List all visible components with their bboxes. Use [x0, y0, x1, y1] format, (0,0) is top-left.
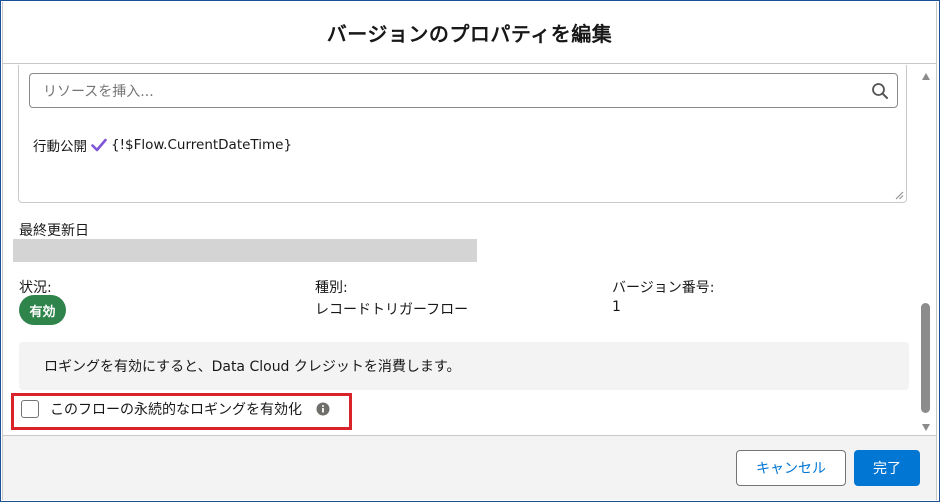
logging-notice: ロギングを有効にすると、Data Cloud クレジットを消費します。 — [19, 342, 909, 390]
last-modified-value-redacted — [13, 239, 477, 262]
status-badge: 有効 — [19, 295, 66, 325]
search-icon[interactable] — [871, 82, 889, 100]
modal-header: バージョンのプロパティを編集 — [3, 2, 936, 64]
formula-editor[interactable]: リソースを挿入... 行動公開 {!$Flow.CurrentDateTime} — [18, 65, 907, 203]
scroll-thumb[interactable] — [921, 303, 930, 413]
version-number-label: バージョン番号: — [612, 280, 715, 296]
scroll-up-arrow-icon[interactable] — [922, 73, 930, 80]
version-number-value: 1 — [612, 299, 621, 315]
check-icon — [91, 138, 107, 152]
modal-body: リソースを挿入... 行動公開 {!$Flow.CurrentDateTime}… — [3, 65, 936, 435]
modal-title: バージョンのプロパティを編集 — [326, 22, 613, 46]
editor-text-prefix: 行動公開 — [33, 139, 87, 155]
edit-version-properties-modal: バージョンのプロパティを編集 リソースを挿入... 行動公開 {!$Flow.C… — [2, 2, 937, 500]
insert-resource-input[interactable]: リソースを挿入... — [29, 73, 898, 108]
insert-resource-placeholder: リソースを挿入... — [43, 83, 154, 100]
type-value: レコードトリガーフロー — [315, 302, 469, 318]
modal-footer: キャンセル 完了 — [3, 435, 936, 500]
status-label: 状況: — [19, 280, 52, 296]
last-modified-label: 最終更新日 — [19, 223, 89, 239]
cancel-button[interactable]: キャンセル — [736, 450, 846, 486]
done-button[interactable]: 完了 — [854, 450, 920, 486]
resize-grip-icon[interactable] — [894, 190, 904, 200]
enable-logging-label[interactable]: このフローの永続的なロギングを有効化 — [50, 399, 302, 419]
logging-notice-text: ロギングを有効にすると、Data Cloud クレジットを消費します。 — [44, 359, 461, 375]
type-label: 種別: — [315, 280, 348, 296]
editor-content[interactable]: 行動公開 {!$Flow.CurrentDateTime} — [33, 135, 292, 155]
vertical-scrollbar[interactable] — [920, 65, 932, 435]
info-icon[interactable] — [316, 402, 330, 416]
enable-logging-checkbox[interactable] — [21, 400, 39, 418]
editor-text-formula: {!$Flow.CurrentDateTime} — [111, 137, 293, 153]
scroll-down-arrow-icon[interactable] — [922, 424, 930, 431]
